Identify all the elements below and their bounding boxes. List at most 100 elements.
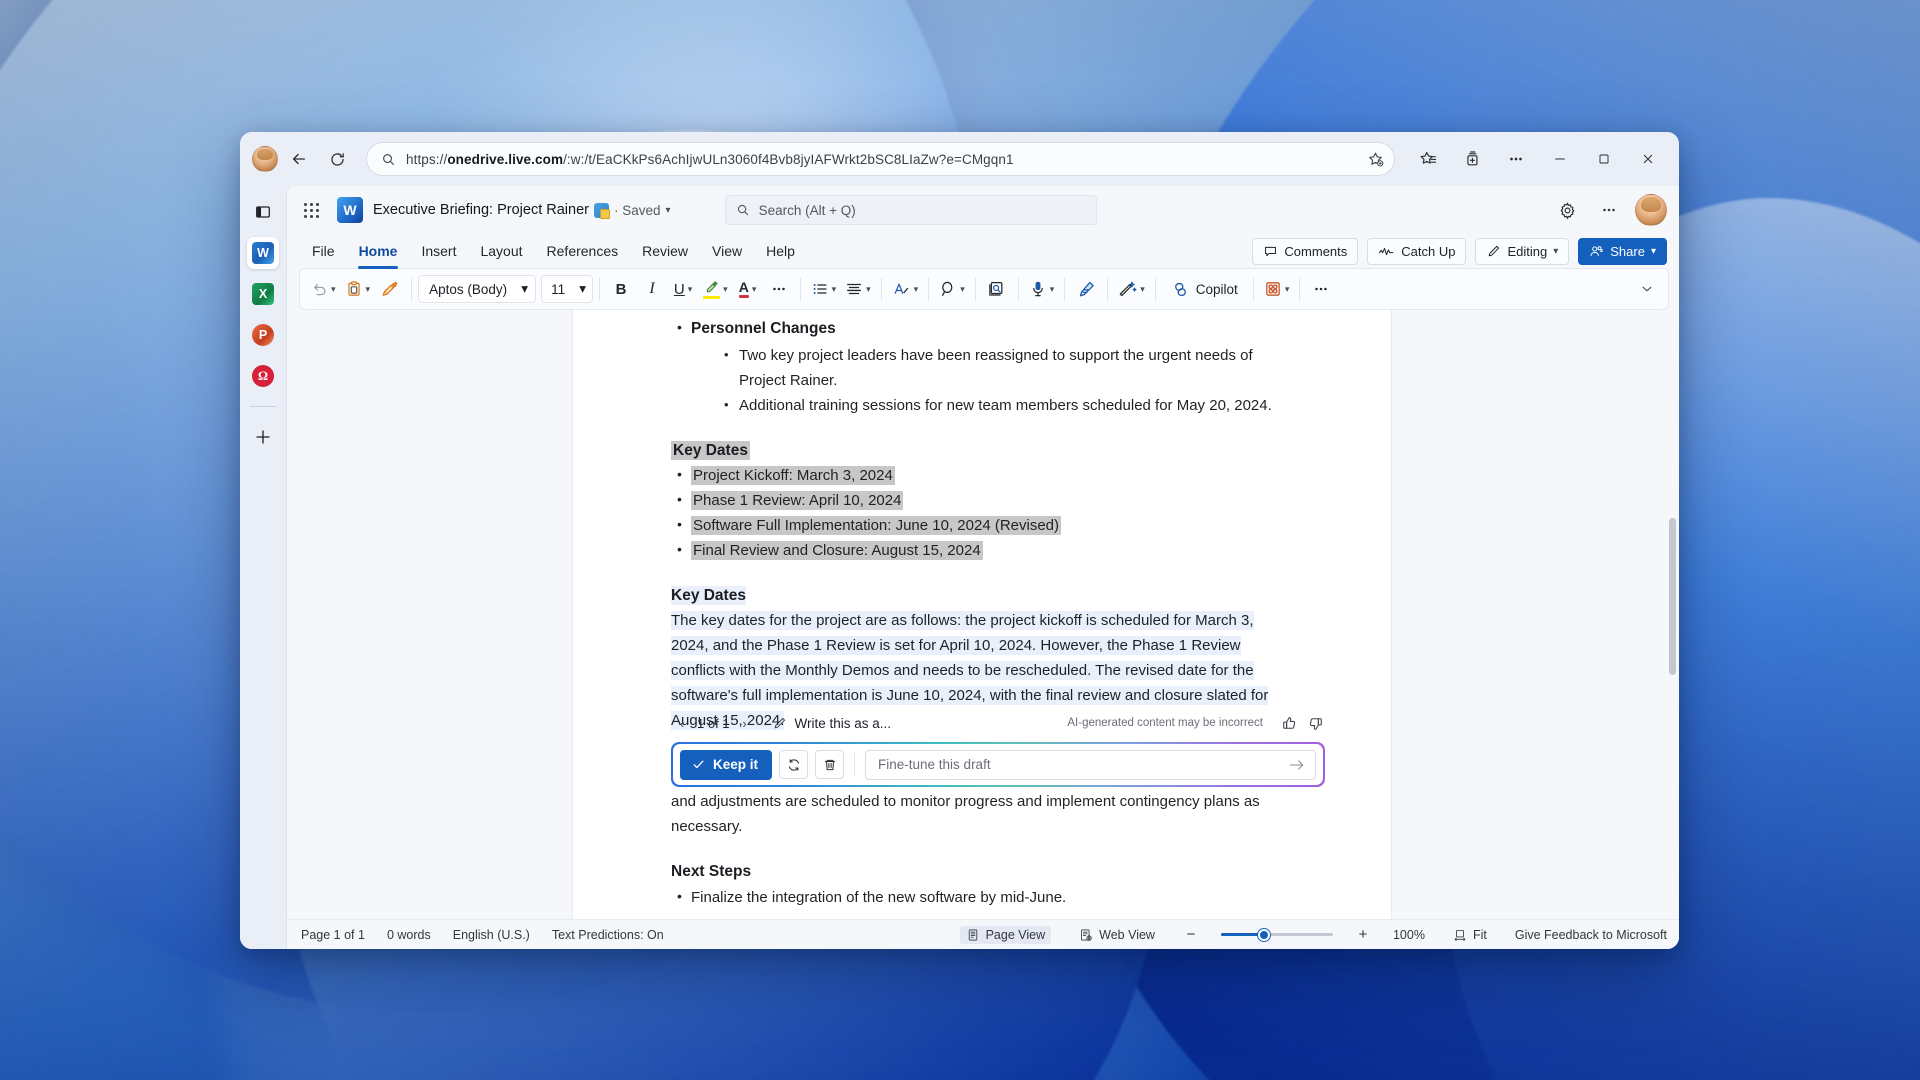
refresh-icon[interactable]	[320, 142, 354, 176]
thumbs-down-icon[interactable]	[1305, 713, 1325, 733]
document-page[interactable]: Personnel Changes Two key project leader…	[573, 310, 1391, 919]
address-bar[interactable]: https://onedrive.live.com/:w:/t/EaCKkPs6…	[366, 142, 1395, 176]
language-indicator[interactable]: English (U.S.)	[453, 928, 530, 942]
font-size-select[interactable]: 11 ▾	[541, 275, 594, 303]
keep-it-button[interactable]: Keep it	[680, 749, 773, 780]
add-favorite-star-icon[interactable]	[1367, 151, 1384, 168]
sidebar-item-brand-app[interactable]: Ω	[247, 360, 279, 392]
gear-icon[interactable]	[1551, 194, 1583, 226]
tab-insert[interactable]: Insert	[410, 238, 467, 265]
panel-icon[interactable]	[247, 196, 279, 228]
pencil-edit-icon	[772, 716, 787, 731]
copilot-prompt-chip[interactable]: Write this as a...	[772, 715, 892, 731]
text-predictions-status[interactable]: Text Predictions: On	[552, 928, 664, 942]
text-highlight-icon[interactable]: ▾	[699, 274, 732, 304]
bulleted-list-icon[interactable]: ▾	[807, 274, 841, 304]
more-font-options-icon[interactable]	[764, 274, 794, 304]
list-item: Phase 1 Review: April 10, 2024	[671, 487, 1293, 513]
paragraph-align-icon[interactable]: ▾	[841, 274, 875, 304]
draft-counter: 1 of 1	[697, 715, 730, 731]
font-color-button[interactable]: A ▾	[733, 274, 763, 304]
favorites-list-icon[interactable]	[1407, 142, 1449, 176]
user-avatar[interactable]	[1635, 194, 1667, 226]
web-view-button[interactable]: Web View	[1073, 926, 1161, 944]
comments-button[interactable]: Comments	[1252, 237, 1359, 265]
bold-button[interactable]: B	[606, 274, 636, 304]
chevron-down-icon[interactable]: ▾	[666, 205, 671, 216]
editor-icon[interactable]	[982, 274, 1012, 304]
sidebar-item-excel[interactable]: X	[247, 278, 279, 310]
designer-wand-icon[interactable]: ▾	[1114, 274, 1149, 304]
more-settings-icon[interactable]	[1495, 142, 1537, 176]
back-arrow-icon[interactable]	[282, 142, 316, 176]
scrollbar-thumb[interactable]	[1669, 517, 1676, 675]
list-item: Additional training sessions for new tea…	[721, 392, 1293, 418]
add-ins-grid-icon[interactable]: ▾	[1260, 274, 1294, 304]
feedback-link[interactable]: Give Feedback to Microsoft	[1515, 928, 1667, 942]
word-count[interactable]: 0 words	[387, 928, 431, 942]
tab-references[interactable]: References	[536, 238, 630, 265]
send-arrow-icon[interactable]	[1288, 757, 1306, 773]
document-scrollbar[interactable]	[1668, 312, 1677, 917]
previous-draft-chevron-icon[interactable]: ‹	[673, 712, 691, 734]
word-app-header: W Executive Briefing: Project Rainer · S…	[287, 186, 1679, 234]
app-launcher-icon[interactable]	[295, 194, 327, 226]
share-button[interactable]: Share ▾	[1578, 237, 1667, 265]
font-family-select[interactable]: Aptos (Body) ▾	[418, 275, 537, 303]
document-title-group[interactable]: Executive Briefing: Project Rainer · Sav…	[373, 202, 671, 219]
document-scroll-area[interactable]: Personnel Changes Two key project leader…	[287, 310, 1679, 919]
undo-icon[interactable]: ▾	[306, 274, 340, 304]
pencil-edit-icon	[1486, 244, 1501, 259]
fit-button[interactable]: Fit	[1447, 926, 1493, 944]
catch-up-button[interactable]: Catch Up	[1367, 237, 1467, 265]
close-icon[interactable]	[1627, 142, 1669, 176]
regenerate-icon[interactable]	[779, 750, 809, 779]
url-text: https://onedrive.live.com/:w:/t/EaCKkPs6…	[406, 151, 1014, 167]
zoom-in-button[interactable]: +	[1355, 926, 1371, 943]
underline-button[interactable]: U ▾	[668, 274, 698, 304]
paste-icon[interactable]: ▾	[341, 274, 375, 304]
minimize-icon[interactable]	[1539, 142, 1581, 176]
next-draft-chevron-icon[interactable]: ›	[736, 712, 754, 734]
zoom-level[interactable]: 100%	[1393, 928, 1425, 942]
page-info: Page 1 of 1	[301, 927, 365, 942]
copilot-prompt-text: Write this as a...	[794, 715, 892, 731]
ink-editor-icon[interactable]	[1071, 274, 1101, 304]
zoom-out-button[interactable]: −	[1183, 926, 1199, 943]
copilot-button[interactable]: Copilot	[1162, 275, 1247, 303]
copilot-draft-header: ‹ 1 of 1 › Write this as a... AI-generat…	[671, 708, 1325, 738]
italic-button[interactable]: I	[637, 274, 667, 304]
list-item: Final Review and Closure: August 15, 202…	[671, 537, 1293, 563]
fine-tune-input[interactable]: Fine-tune this draft	[865, 749, 1316, 780]
more-options-icon[interactable]	[1593, 194, 1625, 226]
format-painter-icon[interactable]	[375, 274, 405, 304]
catch-up-label: Catch Up	[1401, 243, 1456, 259]
find-icon[interactable]: ▾	[935, 274, 969, 304]
tab-help[interactable]: Help	[755, 238, 806, 265]
zoom-slider[interactable]	[1220, 928, 1333, 941]
tab-home[interactable]: Home	[348, 238, 409, 269]
font-family-value: Aptos (Body)	[429, 281, 508, 297]
collapse-ribbon-chevron-icon[interactable]	[1632, 274, 1662, 304]
zoom-slider-handle[interactable]	[1257, 928, 1270, 941]
sidebar-item-powerpoint[interactable]: P	[247, 319, 279, 351]
text-styles-icon[interactable]: ▾	[888, 274, 923, 304]
collections-icon[interactable]	[1451, 142, 1493, 176]
page-view-button[interactable]: Page View	[959, 925, 1052, 944]
document-content[interactable]: Personnel Changes Two key project leader…	[671, 310, 1293, 910]
browser-window: https://onedrive.live.com/:w:/t/EaCKkPs6…	[240, 132, 1679, 949]
tab-layout[interactable]: Layout	[469, 238, 533, 265]
toolbar-overflow-icon[interactable]	[1306, 274, 1336, 304]
sidebar-item-word[interactable]: W	[247, 237, 279, 269]
thumbs-up-icon[interactable]	[1279, 713, 1299, 733]
add-app-button[interactable]	[247, 421, 279, 453]
tab-view[interactable]: View	[701, 238, 753, 265]
dictate-microphone-icon[interactable]: ▾	[1025, 274, 1059, 304]
tab-review[interactable]: Review	[631, 238, 699, 265]
browser-profile-avatar[interactable]	[252, 146, 278, 172]
search-input[interactable]: Search (Alt + Q)	[724, 195, 1097, 225]
trash-delete-icon[interactable]	[815, 750, 845, 779]
editing-mode-button[interactable]: Editing ▾	[1475, 237, 1570, 265]
tab-file[interactable]: File	[301, 238, 346, 265]
maximize-icon[interactable]	[1583, 142, 1625, 176]
